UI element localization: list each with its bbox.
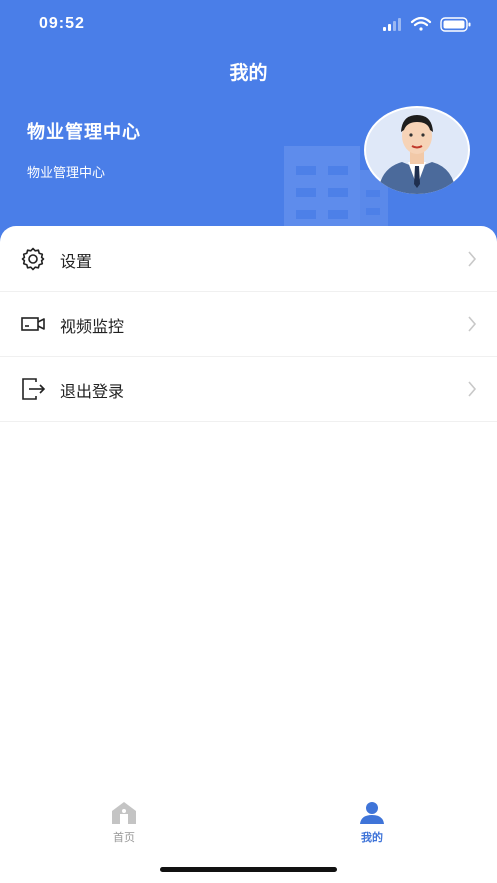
page-title: 我的 [229,62,268,84]
logout-icon [22,378,46,400]
status-icons [383,16,471,32]
tab-home[interactable]: 首页 [0,795,248,855]
menu-item-video-monitoring[interactable]: 视频监控 [0,291,497,357]
menu-item-logout[interactable]: 退出登录 [0,356,497,422]
battery-icon [440,17,471,32]
chevron-right-icon [468,251,477,267]
menu-item-label: 退出登录 [60,382,125,401]
avatar[interactable] [364,106,470,194]
org-name: 物业管理中心 [27,122,141,143]
video-camera-icon [21,317,45,331]
org-subtitle: 物业管理中心 [27,166,106,181]
signal-icon [383,18,401,31]
home-icon [112,802,136,824]
menu-card: 设置 视频监控 退出登录 [0,226,497,883]
home-indicator [160,867,337,872]
menu-item-settings[interactable]: 设置 [0,226,497,292]
profile-header: 09:52 我的 物业管理中心 物业管理中心 [0,0,497,250]
user-icon [360,802,384,824]
tab-label: 首页 [113,831,135,844]
tab-label: 我的 [361,831,383,844]
gear-icon [21,247,45,271]
menu-item-label: 设置 [60,252,93,271]
menu-item-label: 视频监控 [60,317,125,336]
chevron-right-icon [468,381,477,397]
status-bar: 09:52 [0,0,497,50]
chevron-right-icon [468,316,477,332]
status-time: 09:52 [39,15,85,32]
wifi-icon [410,16,432,31]
tab-mine[interactable]: 我的 [248,795,496,855]
